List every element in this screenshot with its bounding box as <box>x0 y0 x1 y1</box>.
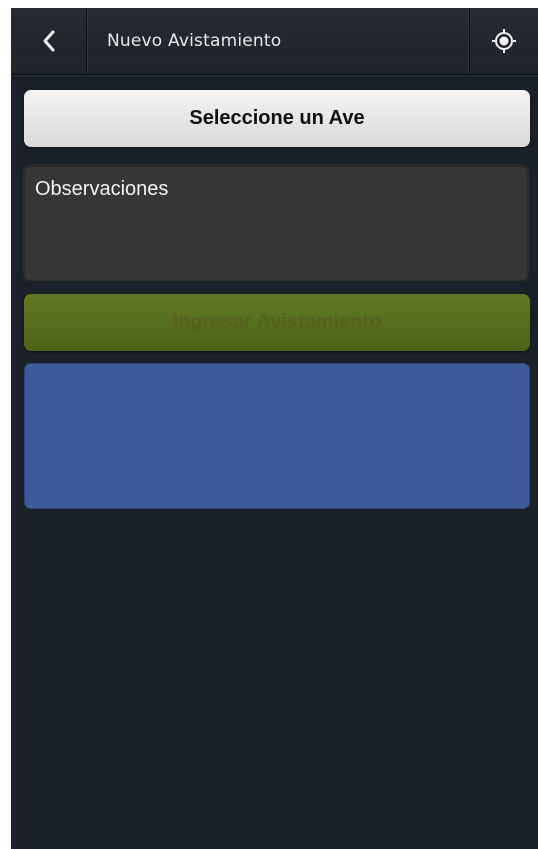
chevron-left-icon <box>43 30 54 52</box>
app-screen: Nuevo Avistamiento Seleccione un Ave Ing… <box>11 8 538 849</box>
action-bar: Nuevo Avistamiento <box>11 8 538 75</box>
page-title: Nuevo Avistamiento <box>107 31 282 51</box>
back-button[interactable] <box>11 8 87 74</box>
select-bird-button[interactable]: Seleccione un Ave <box>24 90 530 147</box>
crosshair-icon <box>492 29 516 53</box>
locate-button[interactable] <box>469 8 538 74</box>
blue-panel <box>24 363 530 509</box>
submit-sighting-button[interactable]: Ingresar Avistamiento <box>24 294 530 351</box>
observations-field[interactable] <box>23 164 529 281</box>
